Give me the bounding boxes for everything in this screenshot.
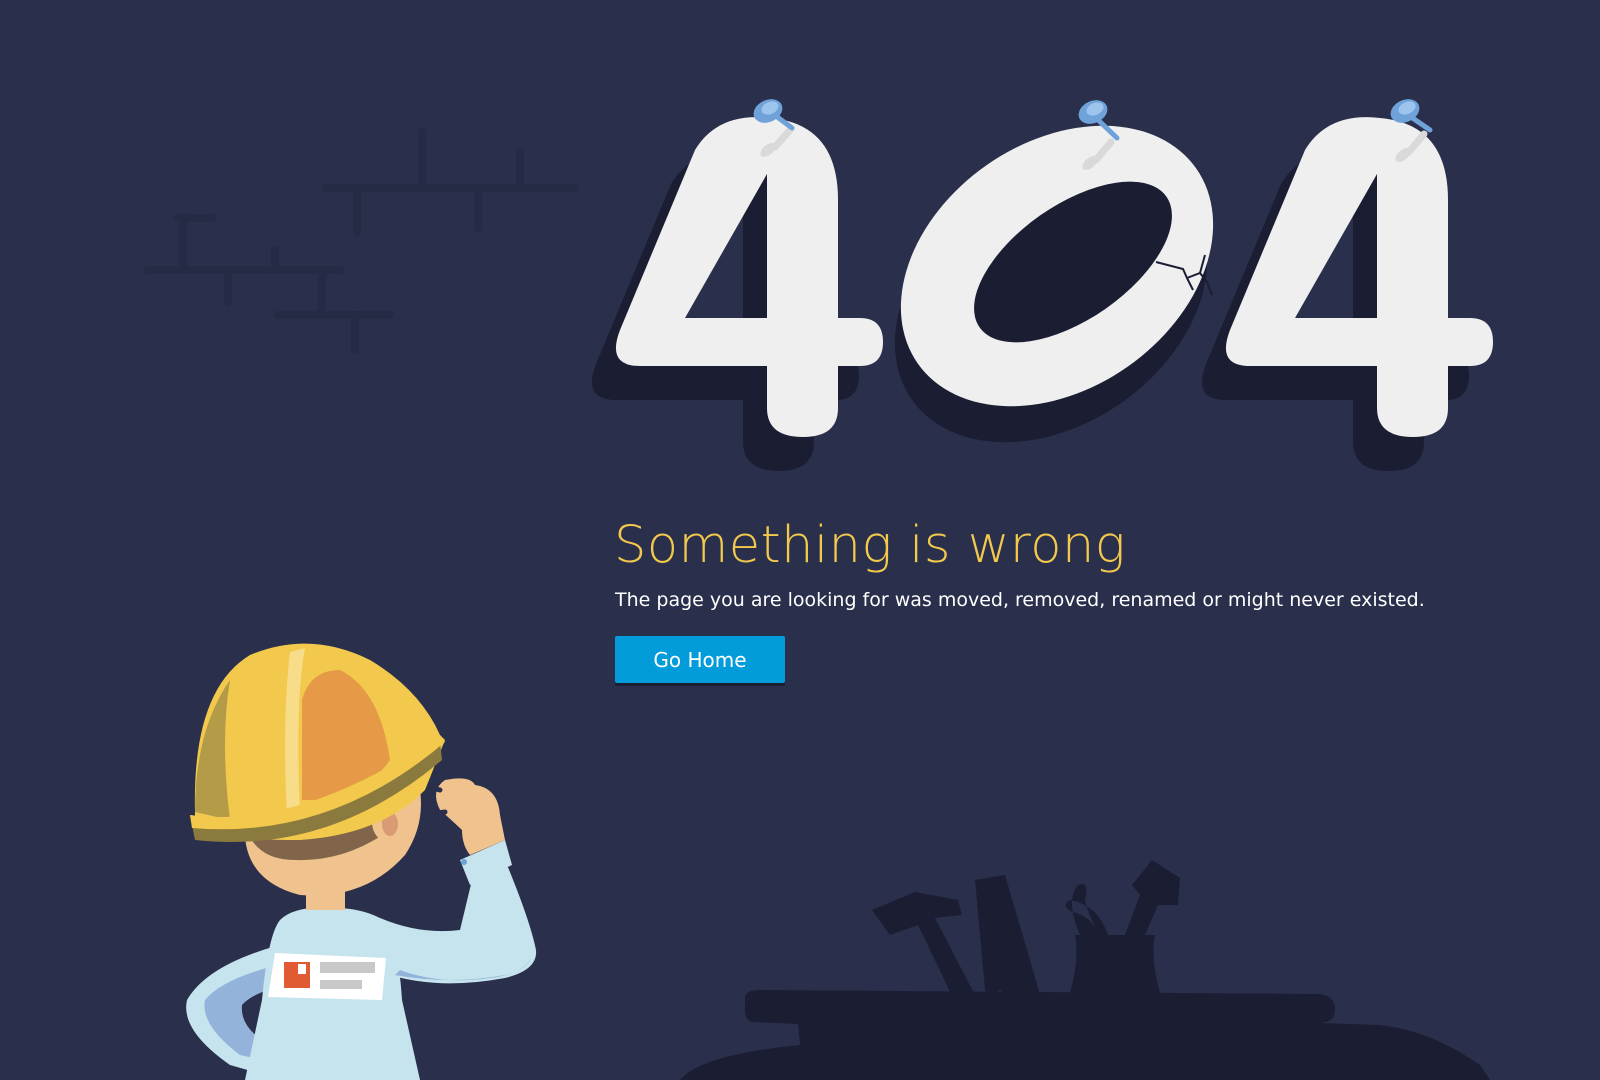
error-page: 404: [0, 0, 1600, 1080]
error-description: The page you are looking for was moved, …: [615, 589, 1425, 611]
worker-body: [245, 880, 420, 1080]
page-title: Something is wrong: [614, 516, 1126, 575]
go-home-button[interactable]: Go Home: [615, 636, 785, 683]
error-message: Something is wrong The page you are look…: [614, 512, 1514, 614]
